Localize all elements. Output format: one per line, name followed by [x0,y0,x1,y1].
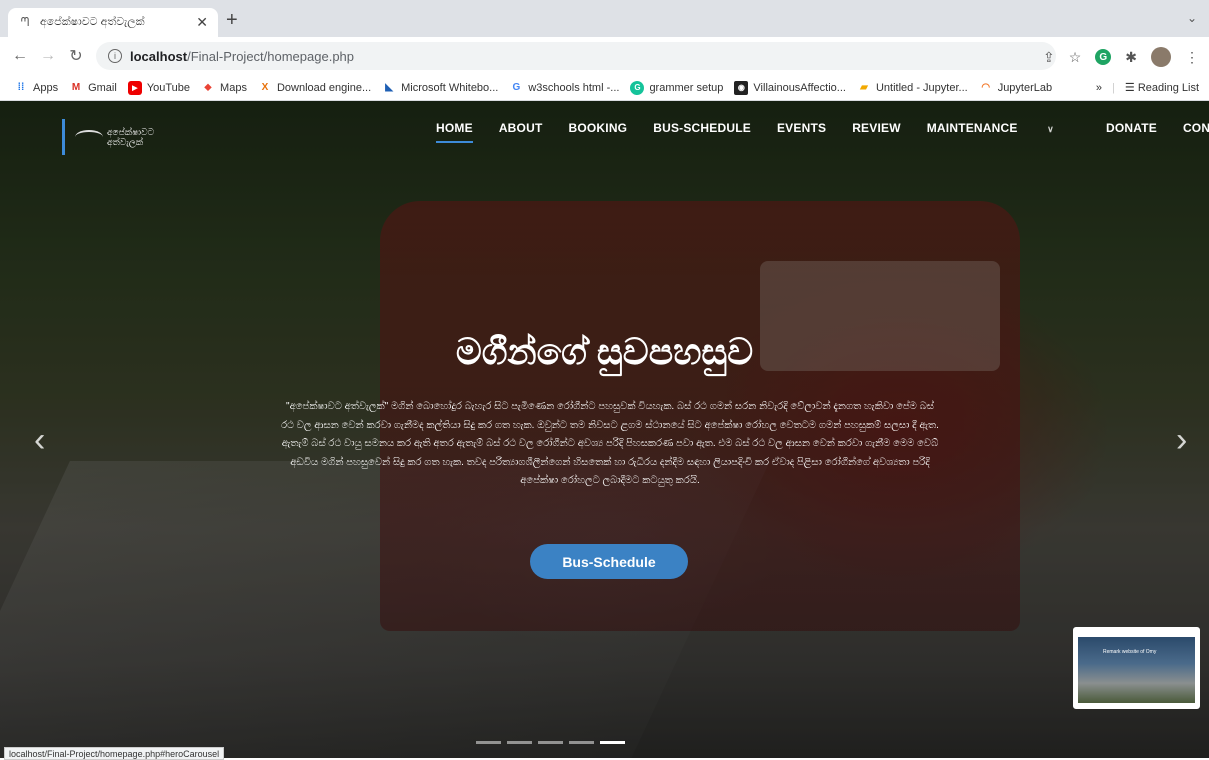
tab-strip: ᘉ අපේක්ෂාවට අත්වැලක් ✕ + ⌄ [0,0,1209,37]
carousel-indicator[interactable] [507,741,532,744]
carousel-indicator-active[interactable] [600,741,625,744]
screenshot-thumbnail[interactable]: Remark website of Omy [1073,627,1200,709]
toolbar-actions: ⇪ ☆ G ✱ ⋮ [1043,47,1199,67]
bookmark-villainous[interactable]: ◉ VillainousAffectio... [734,80,846,95]
nav-contact[interactable]: CONTACT [1183,121,1209,143]
maps-pin-icon: ⬥ [204,82,212,93]
nav-booking[interactable]: BOOKING [568,121,627,143]
x-icon: X [261,82,269,93]
carousel-next-icon[interactable]: › [1176,421,1187,460]
main-nav: HOME ABOUT BOOKING BUS-SCHEDULE EVENTS R… [436,121,1209,143]
bookmark-microsoft-whiteboard[interactable]: ◣ Microsoft Whitebo... [382,81,498,95]
hero-title: මගීන්ගේ සුවපහසුව [455,331,754,372]
carousel-indicator[interactable] [476,741,501,744]
nav-review[interactable]: REVIEW [852,121,901,143]
bookmark-gmail[interactable]: M Gmail [69,81,117,95]
site-info-icon[interactable]: i [108,49,122,63]
url-host: localhost [130,48,188,64]
grammarly-extension-icon[interactable]: G [1095,49,1112,65]
browser-toolbar: ← → ↻ i localhost /Final-Project/homepag… [0,37,1209,75]
apps-grid-icon: ⁞⁞ [17,82,25,93]
profile-avatar[interactable] [1151,47,1171,67]
extensions-puzzle-icon[interactable]: ✱ [1125,49,1137,66]
bookmark-grammer-setup[interactable]: Ggrammer setup [630,80,723,95]
google-icon: G [512,82,521,93]
tab-search-chevron-icon[interactable]: ⌄ [1187,11,1197,25]
share-icon[interactable]: ⇪ [1043,49,1055,66]
back-icon[interactable]: ← [6,47,34,65]
reload-icon[interactable]: ↻ [62,46,90,66]
bookmarks-bar: ⁞⁞ Apps M Gmail ▶ YouTube ⬥ Maps X Download e… [0,75,1209,101]
whiteboard-icon: ◣ [385,82,393,93]
tab-title: අපේක්ෂාවට අත්වැලක් [40,16,145,28]
gmail-icon: M [71,82,81,93]
youtube-icon: ▶ [127,80,142,95]
bookmark-apps[interactable]: ⁞⁞ Apps [14,81,58,95]
bookmarks-right: » | ☰ Reading List [1095,81,1199,95]
reading-list-icon: ☰ [1124,82,1135,94]
carousel-indicator[interactable] [538,741,563,744]
link-status-bar: localhost/Final-Project/homepage.php#her… [4,747,225,760]
grammarly-icon: G [630,80,645,95]
nav-bus-schedule[interactable]: BUS-SCHEDULE [653,121,751,143]
nav-donate[interactable]: DONATE [1106,121,1157,143]
thumbnail-caption: Remark website of Omy [1103,649,1157,655]
chevron-down-icon: ∨ [1047,124,1054,134]
carousel-indicator[interactable] [569,741,594,744]
bus-schedule-button[interactable]: Bus-Schedule [530,544,688,579]
bookmarks-overflow[interactable]: » [1096,82,1102,94]
nav-events[interactable]: EVENTS [777,121,826,143]
nav-about[interactable]: ABOUT [499,121,543,143]
bookmark-w3schools[interactable]: Gw3schools html -... [509,81,619,95]
page-viewport: අපේක්ෂාවට අත්වැලක් HOME ABOUT BOOKING BU… [0,101,1209,758]
bookmark-untitled-jupyter[interactable]: ▰ Untitled - Jupyter... [857,81,968,95]
carousel-indicators [476,741,625,744]
bookmark-download-engine[interactable]: X Download engine... [258,81,372,95]
reading-list-button[interactable]: ☰ Reading List [1125,81,1199,94]
tab-close-icon[interactable]: ✕ [196,14,208,31]
nav-home[interactable]: HOME [436,121,473,143]
nav-maintenance[interactable]: MAINTENANCE ∨ [927,121,1080,143]
bookmark-youtube[interactable]: ▶ YouTube [127,80,190,95]
hero-description: "අපේක්ෂාවට අත්වැලක්" මගින් බොහෝදුර බැහැර… [281,401,939,486]
thumbnail-image [1078,637,1195,703]
new-tab-icon[interactable]: + [226,9,238,32]
carousel-prev-icon[interactable]: ‹ [34,421,45,460]
notebook-icon: ▰ [860,82,868,93]
site-logo[interactable]: අපේක්ෂාවට අත්වැලක් [62,119,162,155]
bookmark-jupyterlab[interactable]: ◠ JupyterLab [979,81,1052,95]
address-bar[interactable]: i localhost /Final-Project/homepage.php [96,42,1056,70]
site-favicon-icon: ᘉ [20,15,30,29]
bookmark-star-icon[interactable]: ☆ [1069,49,1082,66]
bookmark-maps[interactable]: ⬥ Maps [201,81,247,95]
logo-icon [75,130,103,144]
browser-menu-icon[interactable]: ⋮ [1185,49,1199,66]
jupyter-icon: ◠ [981,82,991,93]
github-icon: ◉ [734,80,749,95]
forward-icon[interactable]: → [34,47,62,65]
url-path: /Final-Project/homepage.php [187,48,355,64]
browser-tab[interactable]: ᘉ අපේක්ෂාවට අත්වැලක් ✕ [8,8,218,37]
